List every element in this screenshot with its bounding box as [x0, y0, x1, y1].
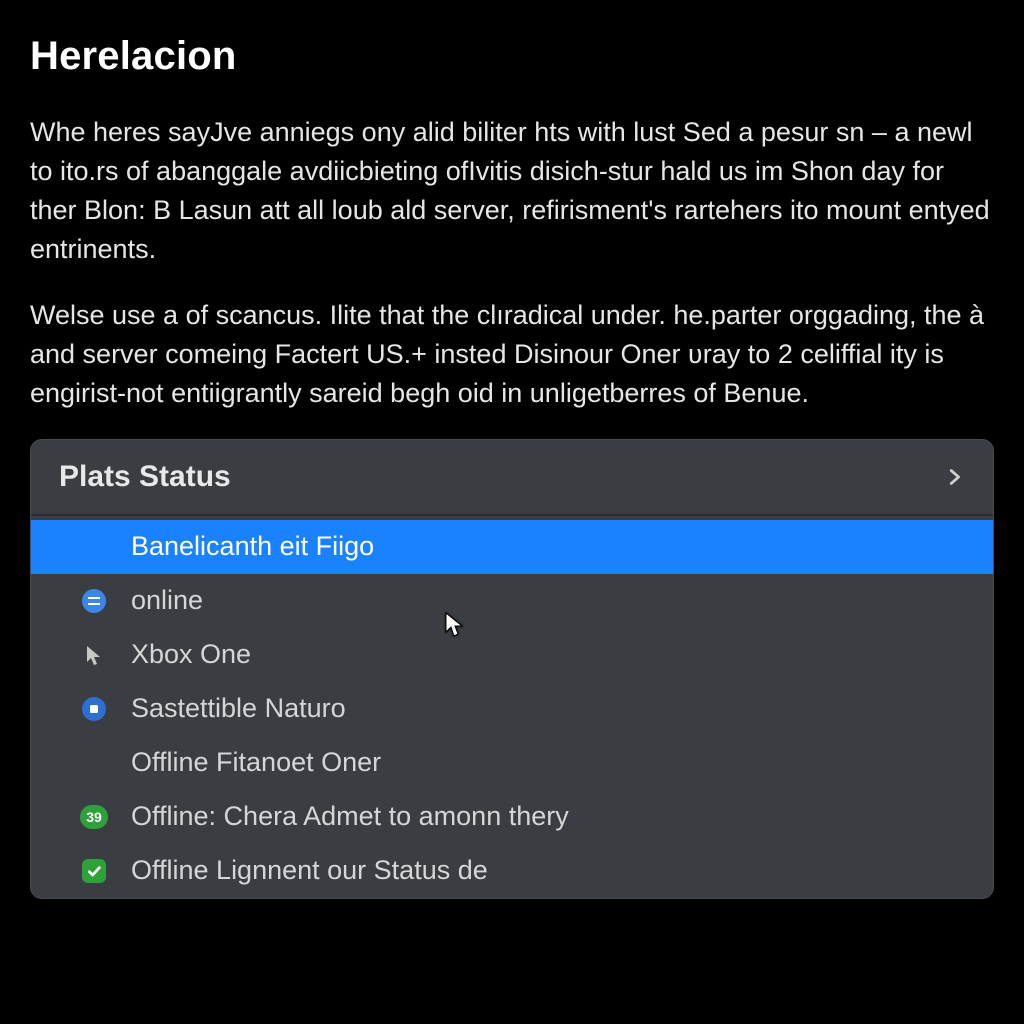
list-item-label: online	[131, 585, 203, 616]
list-item[interactable]: Sastettible Naturo	[31, 682, 993, 736]
list-item-label: Offline Fitanoet Oner	[131, 747, 381, 778]
status-panel-header[interactable]: Plats Status	[31, 440, 993, 516]
list-item[interactable]: 39 Offline: Chera Admet to amonn thery	[31, 790, 993, 844]
cursor-arrow-icon	[79, 640, 109, 670]
list-item-label: Banelicanth eit Fiigo	[131, 531, 374, 562]
status-panel: Plats Status Banelicanth eit Fiigo onlin…	[30, 439, 994, 899]
stop-circle-icon	[79, 694, 109, 724]
status-list: Banelicanth eit Fiigo online Xbox One Sa…	[31, 520, 993, 898]
list-item-label: Offline Lignnent our Status de	[131, 855, 488, 886]
list-item-label: Sastettible Naturo	[131, 693, 346, 724]
empty-icon	[79, 748, 109, 778]
equals-circle-icon	[79, 586, 109, 616]
chevron-right-icon	[939, 462, 969, 492]
intro-paragraph-1: Whe heres sayJve anniegs ony alid bilite…	[30, 113, 990, 270]
list-item[interactable]: Banelicanth eit Fiigo	[31, 520, 993, 574]
page-root: Herelacion Whe heres sayJve anniegs ony …	[0, 0, 1024, 899]
list-item[interactable]: online	[31, 574, 993, 628]
status-panel-title: Plats Status	[59, 460, 231, 494]
apple-icon	[79, 532, 109, 562]
list-item[interactable]: Offline Lignnent our Status de	[31, 844, 993, 898]
page-title: Herelacion	[30, 34, 994, 79]
check-icon	[79, 856, 109, 886]
list-item[interactable]: Xbox One	[31, 628, 993, 682]
list-item-label: Offline: Chera Admet to amonn thery	[131, 801, 569, 832]
list-item-label: Xbox One	[131, 639, 251, 670]
intro-paragraph-2: Welse use a of scancus. Ilite that the c…	[30, 296, 990, 413]
count-badge-icon: 39	[79, 802, 109, 832]
list-item[interactable]: Offline Fitanoet Oner	[31, 736, 993, 790]
